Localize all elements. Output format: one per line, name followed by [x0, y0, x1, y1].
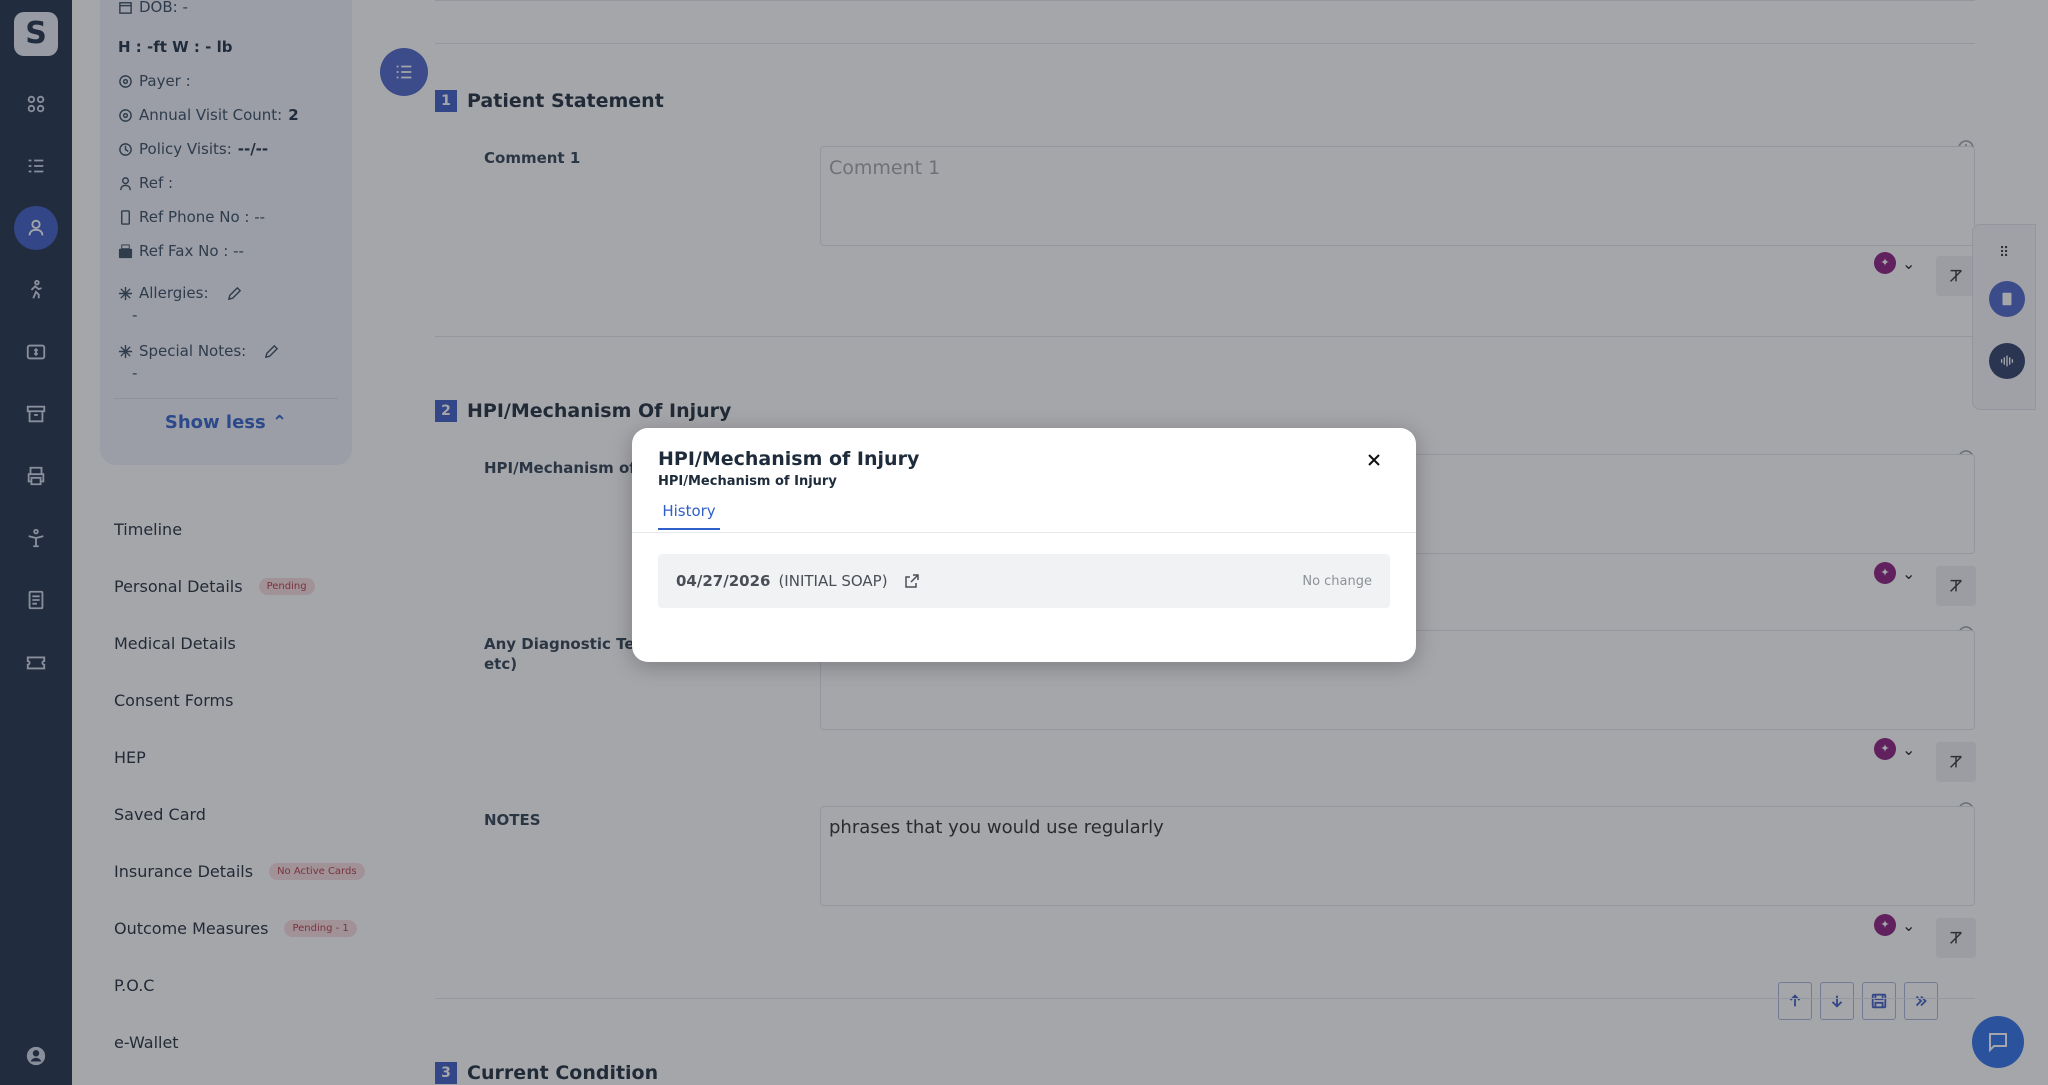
history-entry[interactable]: 04/27/2026 (INITIAL SOAP) No change: [658, 554, 1390, 608]
modal-subtitle: HPI/Mechanism of Injury: [658, 474, 837, 489]
tab-divider: [632, 532, 1416, 533]
tab-history[interactable]: History: [658, 502, 720, 530]
history-modal: HPI/Mechanism of Injury HPI/Mechanism of…: [632, 428, 1416, 662]
external-link-icon[interactable]: [904, 573, 920, 589]
close-icon: [1368, 454, 1380, 466]
modal-title: HPI/Mechanism of Injury: [658, 448, 920, 470]
history-type: (INITIAL SOAP): [778, 572, 888, 590]
history-date: 04/27/2026: [676, 572, 771, 590]
history-status: No change: [1302, 573, 1372, 589]
close-button[interactable]: [1356, 442, 1392, 478]
